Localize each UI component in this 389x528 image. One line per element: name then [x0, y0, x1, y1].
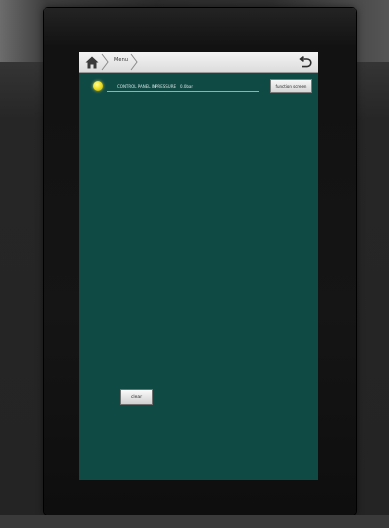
- home-button[interactable]: [83, 54, 101, 70]
- status-underline: [107, 91, 259, 92]
- status-label: CONTROL PANEL IN: [117, 84, 156, 89]
- back-arrow-icon: [299, 55, 312, 67]
- function-screen-button[interactable]: function screen: [270, 79, 312, 93]
- pressure-value: 0.0bar: [180, 84, 193, 89]
- status-indicator-light: [93, 81, 103, 91]
- breadcrumb-chevron-icon: [130, 53, 138, 71]
- breadcrumb-chevron-icon: [101, 53, 109, 71]
- bottom-surface: [0, 515, 389, 528]
- breadcrumb-menu[interactable]: Menu: [114, 57, 128, 63]
- nav-bar: Menu: [79, 52, 318, 73]
- clear-button[interactable]: clear: [120, 389, 153, 405]
- pressure-label: PRESSURE: [155, 84, 177, 89]
- home-icon: [85, 56, 99, 68]
- bezel-reflection: [44, 8, 356, 48]
- hmi-screen: Menu CONTROL PANEL IN PRESSURE 0.0bar fu…: [79, 52, 318, 480]
- back-button[interactable]: [297, 54, 313, 70]
